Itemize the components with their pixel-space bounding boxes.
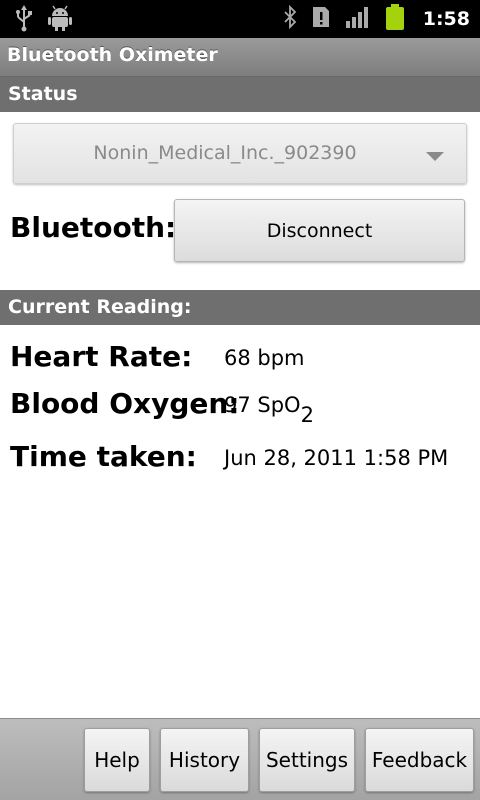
bluetooth-label: Bluetooth: bbox=[10, 211, 177, 244]
clock: 1:58 bbox=[422, 8, 470, 30]
blood-oxygen-value: 97 SpO2 bbox=[224, 393, 314, 427]
battery-icon bbox=[385, 3, 405, 35]
screen: 1:58 Bluetooth Oximeter Status Nonin_Med… bbox=[0, 0, 480, 800]
blood-oxygen-subscript: 2 bbox=[300, 403, 314, 427]
help-button[interactable]: Help bbox=[84, 728, 150, 792]
time-taken-value: Jun 28, 2011 1:58 PM bbox=[224, 446, 449, 470]
app-title: Bluetooth Oximeter bbox=[7, 44, 218, 66]
reading-section-header: Current Reading: bbox=[0, 290, 480, 325]
sim-alert-icon bbox=[311, 5, 331, 33]
reading-header-label: Current Reading: bbox=[8, 296, 192, 318]
time-taken-label: Time taken: bbox=[10, 440, 197, 473]
heart-rate-value: 68 bpm bbox=[224, 346, 305, 370]
status-section-header: Status bbox=[0, 77, 480, 112]
history-button[interactable]: History bbox=[160, 728, 249, 792]
bottom-button-bar: Help History Settings Feedback bbox=[0, 718, 480, 800]
title-bar: Bluetooth Oximeter bbox=[0, 38, 480, 77]
blood-oxygen-number: 97 SpO bbox=[224, 393, 301, 417]
settings-button[interactable]: Settings bbox=[259, 728, 355, 792]
heart-rate-label: Heart Rate: bbox=[10, 340, 193, 373]
blood-oxygen-label: Blood Oxygen: bbox=[10, 387, 240, 420]
signal-icon bbox=[345, 5, 371, 33]
android-debug-icon bbox=[48, 4, 72, 36]
usb-icon bbox=[14, 4, 34, 36]
dropdown-arrow-icon bbox=[426, 152, 444, 161]
status-bar: 1:58 bbox=[0, 0, 480, 38]
device-spinner[interactable]: Nonin_Medical_Inc._902390 bbox=[13, 123, 467, 184]
bluetooth-icon bbox=[283, 4, 297, 33]
status-header-label: Status bbox=[8, 83, 78, 105]
feedback-button[interactable]: Feedback bbox=[365, 728, 474, 792]
disconnect-button[interactable]: Disconnect bbox=[174, 199, 465, 262]
device-spinner-value: Nonin_Medical_Inc._902390 bbox=[93, 142, 357, 164]
